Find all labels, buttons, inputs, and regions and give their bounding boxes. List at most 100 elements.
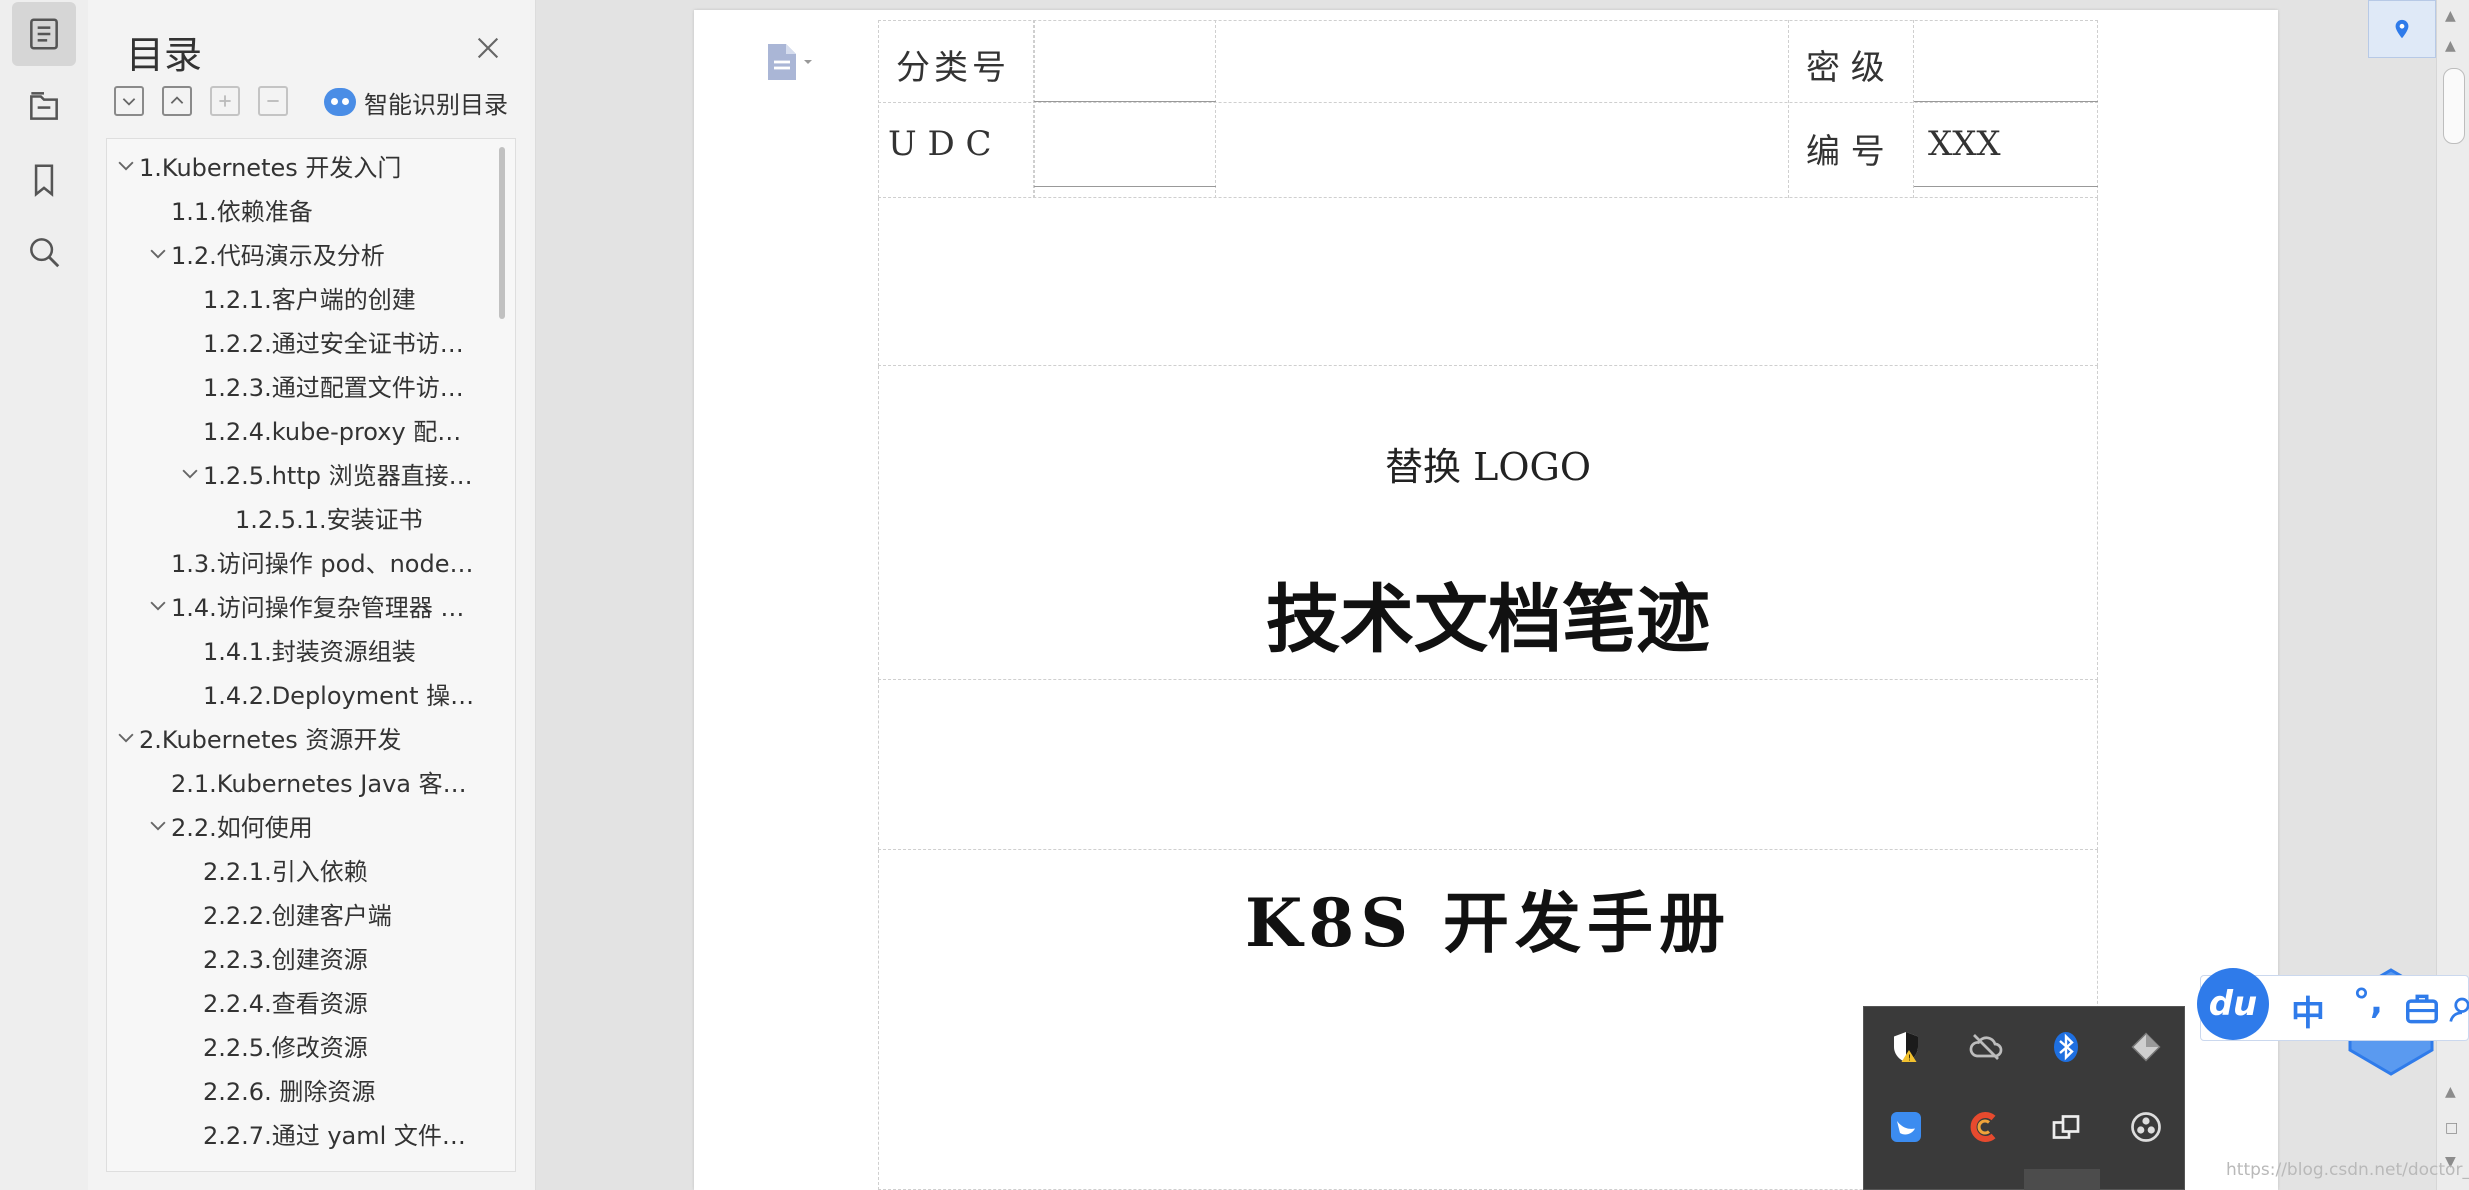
toc-item[interactable]: 1.2.1.客户端的创建 [107, 275, 487, 319]
ime-punctuation-toggle[interactable]: °, [2353, 982, 2383, 1022]
toc-item[interactable]: 2.2.3.创建资源 [107, 935, 487, 979]
ai-detect-toc-button[interactable]: 智能识别目录 [324, 84, 508, 120]
remove-item-button[interactable] [258, 86, 288, 116]
bookmark-icon[interactable] [12, 148, 76, 212]
outline-icon[interactable] [12, 74, 76, 138]
svg-text:!: ! [1908, 1054, 1911, 1063]
table-underline [1034, 101, 1216, 102]
toc-item-label: 2.1.Kubernetes Java 客… [171, 769, 467, 798]
toc-item[interactable]: 1.4.访问操作复杂管理器 … [107, 583, 487, 627]
watermark: https://blog.csdn.net/doctor_who2 [2226, 1160, 2469, 1180]
page-up-icon[interactable]: ▲ [2445, 1084, 2456, 1100]
toc-item[interactable]: 1.2.4.kube-proxy 配… [107, 407, 487, 451]
document-menu-icon[interactable] [760, 42, 820, 82]
toc-item-label: 2.2.如何使用 [171, 813, 313, 842]
collapse-all-button[interactable] [162, 86, 192, 116]
user-icon[interactable] [2447, 990, 2469, 1032]
toc-item-label: 2.2.2.创建客户端 [203, 901, 392, 930]
toc-item-label: 1.2.代码演示及分析 [171, 241, 385, 270]
toc-item[interactable]: 1.3.访问操作 pod、node … [107, 539, 487, 583]
chevron-down-icon[interactable] [179, 462, 201, 484]
udc-label: U D C [888, 124, 992, 164]
ime-mode-toggle[interactable]: 中 [2291, 986, 2325, 1035]
ccleaner-icon[interactable] [1966, 1107, 2006, 1147]
bluetooth-icon[interactable] [2046, 1027, 2086, 1067]
number-label: 编 号 [1806, 132, 1885, 172]
toc-item-label: 1.2.4.kube-proxy 配… [203, 417, 462, 446]
toc-item[interactable]: 1.4.2.Deployment 操… [107, 671, 487, 715]
ai-detect-toc-label: 智能识别目录 [364, 90, 508, 119]
diamond-app-icon[interactable] [2126, 1027, 2166, 1067]
toc-item-label: 2.2.7.通过 yaml 文件… [203, 1121, 466, 1150]
toc-item[interactable]: 1.2.5.http 浏览器直接… [107, 451, 487, 495]
toc-item[interactable]: 2.1.Kubernetes Java 客… [107, 759, 487, 803]
classification-label: 分类号 [896, 48, 1010, 88]
toc-item-label: 2.2.1.引入依赖 [203, 857, 368, 886]
toc-item-label: 2.2.5.修改资源 [203, 1033, 368, 1062]
location-pin-icon[interactable] [2368, 0, 2436, 58]
toc-item[interactable]: 2.2.如何使用 [107, 803, 487, 847]
davinci-icon[interactable] [2126, 1107, 2166, 1147]
left-icon-rail [0, 0, 88, 1190]
document-title: K8S 开发手册 [1245, 884, 1731, 962]
toc-item[interactable]: 2.2.5.修改资源 [107, 1023, 487, 1067]
chevron-down-icon[interactable] [115, 154, 137, 176]
chevron-down-icon[interactable] [147, 814, 169, 836]
table-underline [1034, 186, 1216, 187]
toc-item-label: 1.2.1.客户端的创建 [203, 285, 416, 314]
toc-item[interactable]: 1.2.3.通过配置文件访… [107, 363, 487, 407]
toolbox-icon[interactable] [2403, 990, 2441, 1032]
scroll-up-arrow-icon[interactable]: ▲ [2445, 8, 2456, 24]
multi-screen-icon[interactable] [2046, 1107, 2086, 1147]
toc-item[interactable]: 2.2.1.引入依赖 [107, 847, 487, 891]
close-icon[interactable] [472, 32, 504, 64]
secrecy-label: 密 级 [1806, 48, 1885, 88]
toc-item-label: 2.2.4.查看资源 [203, 989, 368, 1018]
blank-section [878, 680, 2098, 850]
toc-item-label: 2.2.3.创建资源 [203, 945, 368, 974]
toc-item[interactable]: 1.2.代码演示及分析 [107, 231, 487, 275]
logo-placeholder: 替换 LOGO [1385, 445, 1591, 489]
baidu-ime-logo[interactable]: du [2197, 968, 2269, 1040]
chevron-down-icon[interactable] [147, 594, 169, 616]
scroll-up-arrow-icon[interactable]: ▲ [2445, 38, 2456, 54]
expand-all-button[interactable] [114, 86, 144, 116]
feishu-icon[interactable] [1886, 1107, 1926, 1147]
toc-item[interactable]: 2.2.2.创建客户端 [107, 891, 487, 935]
blank-section [878, 198, 2098, 366]
chevron-down-icon[interactable] [115, 726, 137, 748]
toc-item-label: 1.4.1.封装资源组装 [203, 637, 416, 666]
number-value[interactable]: XXX [1928, 124, 2001, 164]
security-warning-icon[interactable]: ! [1886, 1027, 1926, 1067]
toc-item[interactable]: 1.Kubernetes 开发入门 [107, 143, 487, 187]
page-select-icon[interactable]: □ [2445, 1120, 2458, 1136]
toc-item-label: 2.2.6. 删除资源 [203, 1077, 376, 1106]
toc-scrollbar[interactable] [499, 147, 505, 319]
ime-toolbar[interactable]: du 中 °, [2197, 968, 2469, 1041]
toc-item[interactable]: 1.2.2.通过安全证书访… [107, 319, 487, 363]
search-icon[interactable] [12, 220, 76, 284]
tray-expand-handle[interactable] [2024, 1169, 2100, 1190]
toc-item-label: 1.2.2.通过安全证书访… [203, 329, 464, 358]
onedrive-offline-icon[interactable] [1966, 1027, 2006, 1067]
toc-title: 目录 [126, 33, 203, 77]
toc-item[interactable]: 2.2.7.通过 yaml 文件… [107, 1111, 487, 1155]
table-underline [1914, 101, 2098, 102]
toc-item[interactable]: 2.Kubernetes 资源开发 [107, 715, 487, 759]
add-item-button[interactable] [210, 86, 240, 116]
scrollbar-thumb[interactable] [2443, 68, 2465, 144]
toc-panel: 目录 智能识别目录 1.Kubernetes 开发入门 1.1.依赖准备 1.2.代… [88, 0, 536, 1190]
toc-item[interactable]: 2.2.6. 删除资源 [107, 1067, 487, 1111]
table-divider [1034, 20, 1216, 198]
toc-item[interactable]: 1.1.依赖准备 [107, 187, 487, 231]
toc-icon[interactable] [12, 2, 76, 66]
system-tray-popup: ! [1863, 1006, 2185, 1190]
chevron-down-icon[interactable] [147, 242, 169, 264]
organization-title: 技术文档笔迹 [1266, 577, 1710, 663]
toc-item-label: 1.Kubernetes 开发入门 [139, 153, 402, 182]
toc-item-label: 1.1.依赖准备 [171, 197, 313, 226]
toc-item[interactable]: 1.2.5.1.安装证书 [107, 495, 487, 539]
toc-item[interactable]: 1.4.1.封装资源组装 [107, 627, 487, 671]
toc-item[interactable]: 2.2.4.查看资源 [107, 979, 487, 1023]
toc-item-label: 1.2.3.通过配置文件访… [203, 373, 464, 402]
